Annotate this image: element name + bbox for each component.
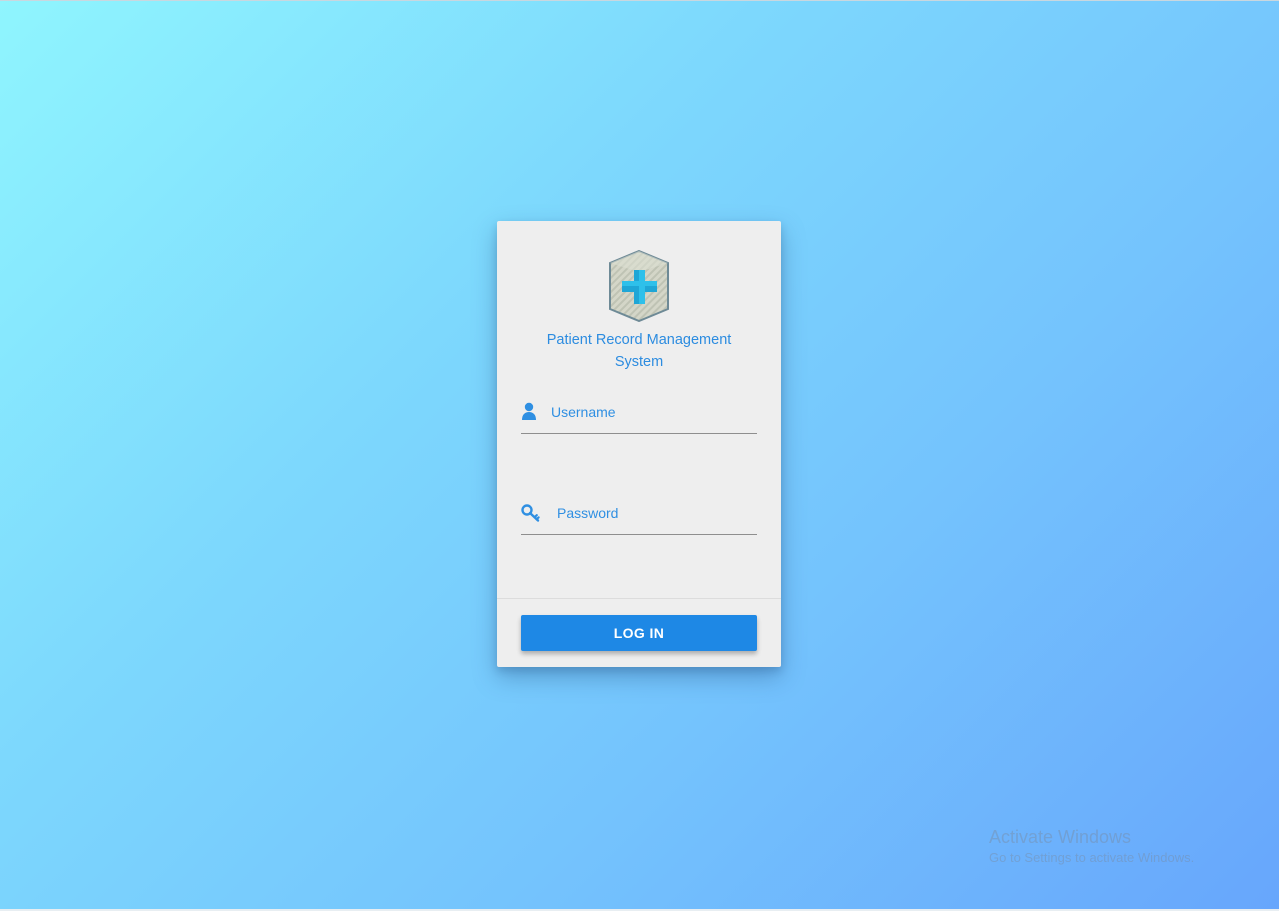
medical-cross-shield-icon: [609, 250, 669, 322]
username-input[interactable]: [551, 399, 741, 425]
card-divider: [497, 598, 781, 599]
login-card: Patient Record Management System LOG IN: [497, 221, 781, 667]
watermark-title: Activate Windows: [989, 827, 1132, 847]
user-icon: [522, 402, 536, 420]
watermark-subtitle: Go to Settings to activate Windows.: [989, 850, 1195, 865]
password-field: [521, 500, 757, 535]
top-border: [0, 0, 1279, 1]
windows-activation-watermark: Activate Windows Go to Settings to activ…: [989, 826, 1194, 868]
key-icon: [521, 504, 540, 522]
login-button[interactable]: LOG IN: [521, 615, 757, 651]
username-field: [521, 399, 757, 434]
app-title: Patient Record Management System: [546, 332, 732, 370]
password-input[interactable]: [557, 500, 747, 526]
